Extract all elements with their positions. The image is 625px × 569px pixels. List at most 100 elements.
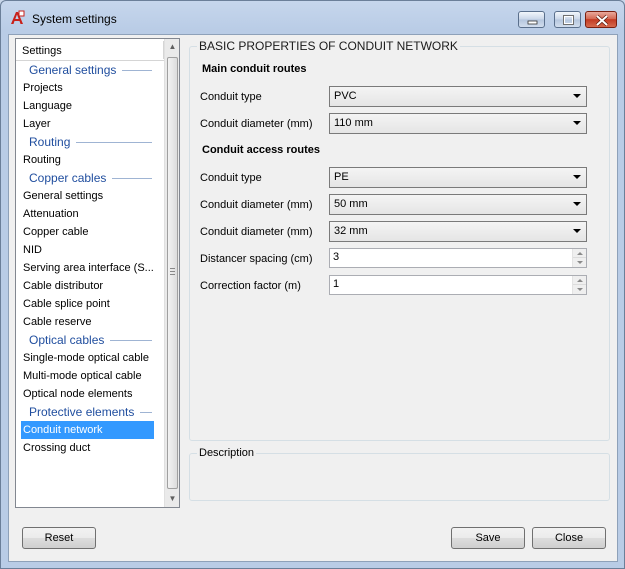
- correction-factor-stepper[interactable]: 1: [329, 275, 587, 295]
- tree-item-cable-reserve[interactable]: Cable reserve: [16, 313, 164, 331]
- tree-item-layer[interactable]: Layer: [16, 115, 164, 133]
- maximize-button[interactable]: [554, 11, 581, 28]
- chevron-down-icon: [573, 229, 581, 233]
- main-conduit-type-select[interactable]: PVC: [329, 86, 587, 107]
- maximize-icon: [563, 15, 574, 25]
- settings-tree[interactable]: Settings General settings Projects Languag…: [15, 38, 180, 508]
- main-conduit-diameter-select[interactable]: 110 mm: [329, 113, 587, 134]
- access-routes-heading: Conduit access routes: [202, 144, 320, 156]
- tree-section-general-settings: General settings: [16, 61, 164, 79]
- chevron-down-icon: [573, 202, 581, 206]
- tree-item-label: Multi-mode optical cable: [23, 370, 142, 382]
- window-title: System settings: [32, 12, 117, 26]
- access-conduit-diameter-1-value: 50 mm: [334, 198, 368, 210]
- tree-section-copper-cables: Copper cables: [16, 169, 164, 187]
- main-routes-heading: Main conduit routes: [202, 63, 307, 75]
- dialog-client-area: Settings General settings Projects Languag…: [8, 34, 618, 562]
- distancer-spacing-value: 3: [333, 251, 340, 263]
- tree-item-optical-node-elements[interactable]: Optical node elements: [16, 385, 164, 403]
- tree-item-label: General settings: [23, 190, 104, 202]
- stepper-down-icon[interactable]: [573, 285, 586, 294]
- access-conduit-type-value: PE: [334, 171, 349, 183]
- section-divider: [76, 142, 153, 144]
- main-conduit-diameter-value: 110 mm: [334, 117, 373, 129]
- tree-item-label: Conduit network: [23, 424, 103, 436]
- chevron-down-icon: [573, 121, 581, 125]
- tree-item-nid[interactable]: NID: [16, 241, 164, 259]
- chevron-down-icon: [573, 94, 581, 98]
- tree-item-serving-area-interface-s[interactable]: Serving area interface (S...: [16, 259, 164, 277]
- tree-item-label: Routing: [23, 154, 61, 166]
- section-divider: [112, 178, 153, 180]
- tree-item-language[interactable]: Language: [16, 97, 164, 115]
- system-settings-window: System settings Settings General setting…: [0, 0, 625, 569]
- main-conduit-type-value: PVC: [334, 90, 357, 102]
- close-window-button[interactable]: [585, 11, 617, 28]
- distancer-spacing-label: Distancer spacing (cm): [200, 253, 313, 265]
- tree-item-label: Language: [23, 100, 72, 112]
- tree-item-copper-cable[interactable]: Copper cable: [16, 223, 164, 241]
- tree-item-general-settings[interactable]: General settings: [16, 187, 164, 205]
- tree-item-label: Single-mode optical cable: [23, 352, 149, 364]
- correction-factor-value: 1: [333, 278, 340, 290]
- main-conduit-diameter-label: Conduit diameter (mm): [200, 118, 313, 130]
- tree-section-label: Copper cables: [29, 171, 107, 185]
- main-conduit-type-label: Conduit type: [200, 91, 262, 103]
- tree-item-label: Serving area interface (S...: [23, 262, 154, 274]
- access-conduit-diameter-2-label: Conduit diameter (mm): [200, 226, 313, 238]
- tree-item-cable-splice-point[interactable]: Cable splice point: [16, 295, 164, 313]
- minimize-button[interactable]: [518, 11, 545, 28]
- tree-item-attenuation[interactable]: Attenuation: [16, 205, 164, 223]
- access-conduit-diameter-2-select[interactable]: 32 mm: [329, 221, 587, 242]
- tree-item-conduit-network[interactable]: Conduit network: [21, 421, 154, 439]
- tree-item-single-mode-optical-cable[interactable]: Single-mode optical cable: [16, 349, 164, 367]
- app-logo-icon: [11, 10, 25, 24]
- tree-item-label: NID: [23, 244, 42, 256]
- save-button[interactable]: Save: [451, 527, 525, 549]
- tree-item-label: Cable reserve: [23, 316, 92, 328]
- close-icon: [595, 14, 609, 27]
- section-divider: [140, 412, 153, 414]
- stepper-down-icon[interactable]: [573, 258, 586, 267]
- tree-section-protective-elements: Protective elements: [16, 403, 164, 421]
- description-group: [189, 453, 610, 501]
- tree-item-projects[interactable]: Projects: [16, 79, 164, 97]
- access-conduit-type-select[interactable]: PE: [329, 167, 587, 188]
- access-conduit-type-label: Conduit type: [200, 172, 262, 184]
- tree-item-label: Optical node elements: [23, 388, 133, 400]
- access-conduit-diameter-2-value: 32 mm: [334, 225, 368, 237]
- description-title: Description: [197, 447, 257, 459]
- scroll-grip-icon: [170, 268, 175, 275]
- minimize-icon: [527, 20, 538, 25]
- tree-item-label: Layer: [23, 118, 51, 130]
- tree-item-label: Projects: [23, 82, 63, 94]
- tree-item-label: Cable splice point: [23, 298, 110, 310]
- tree-item-label: Cable distributor: [23, 280, 104, 292]
- tree-item-label: Crossing duct: [23, 442, 91, 454]
- stepper-buttons: [572, 276, 586, 294]
- close-button[interactable]: Close: [532, 527, 606, 549]
- section-divider: [122, 70, 153, 72]
- tree-header: Settings: [16, 39, 164, 61]
- scroll-up-icon[interactable]: ▲: [165, 39, 180, 55]
- reset-button[interactable]: Reset: [22, 527, 96, 549]
- stepper-up-icon[interactable]: [573, 276, 586, 285]
- access-conduit-diameter-1-select[interactable]: 50 mm: [329, 194, 587, 215]
- scroll-down-icon[interactable]: ▼: [165, 491, 180, 507]
- tree-section-label: General settings: [29, 63, 117, 77]
- tree-item-crossing-duct[interactable]: Crossing duct: [16, 439, 164, 457]
- section-divider: [110, 340, 153, 342]
- tree-scrollbar[interactable]: ▲ ▼: [164, 39, 179, 507]
- tree-section-label: Routing: [29, 135, 71, 149]
- stepper-up-icon[interactable]: [573, 249, 586, 258]
- access-conduit-diameter-1-label: Conduit diameter (mm): [200, 199, 313, 211]
- scroll-thumb[interactable]: [167, 57, 178, 489]
- tree-item-cable-distributor[interactable]: Cable distributor: [16, 277, 164, 295]
- distancer-spacing-stepper[interactable]: 3: [329, 248, 587, 268]
- tree-section-label: Optical cables: [29, 333, 105, 347]
- tree-item-routing[interactable]: Routing: [16, 151, 164, 169]
- chevron-down-icon: [573, 175, 581, 179]
- tree-item-multi-mode-optical-cable[interactable]: Multi-mode optical cable: [16, 367, 164, 385]
- title-bar[interactable]: System settings: [1, 1, 624, 35]
- correction-factor-label: Correction factor (m): [200, 280, 301, 292]
